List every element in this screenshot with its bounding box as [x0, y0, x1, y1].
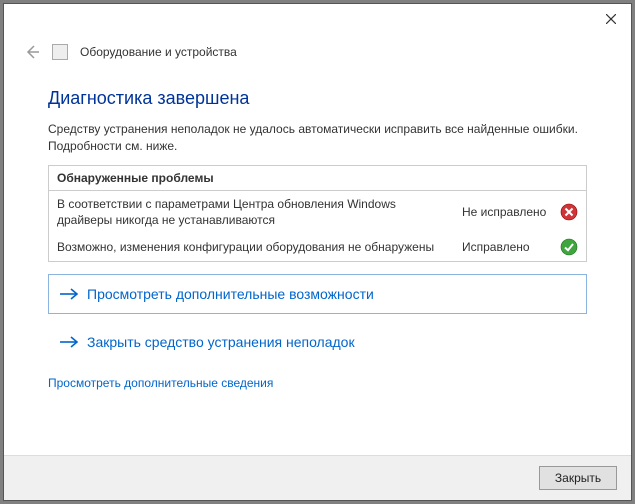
explore-options-link[interactable]: Просмотреть дополнительные возможности [48, 274, 587, 314]
problem-status: Не исправлено [462, 205, 552, 219]
page-title: Диагностика завершена [48, 88, 587, 109]
devices-icon [52, 44, 68, 60]
summary-text: Средству устранения неполадок не удалось… [48, 121, 587, 155]
footer: Закрыть [4, 455, 631, 500]
close-troubleshooter-label: Закрыть средство устранения неполадок [87, 334, 355, 350]
content: Диагностика завершена Средству устранени… [4, 74, 631, 455]
problem-description: Возможно, изменения конфигурации оборудо… [57, 239, 454, 255]
problems-header: Обнаруженные проблемы [49, 166, 586, 191]
success-icon [560, 238, 578, 256]
arrow-right-icon [59, 335, 79, 349]
troubleshooter-window: Оборудование и устройства Диагностика за… [3, 3, 632, 501]
problem-description: В соответствии с параметрами Центра обно… [57, 196, 454, 228]
window-close-button[interactable] [591, 4, 631, 34]
titlebar [4, 4, 631, 40]
close-troubleshooter-link[interactable]: Закрыть средство устранения неполадок [48, 322, 587, 362]
problem-status: Исправлено [462, 240, 552, 254]
arrow-right-icon [59, 287, 79, 301]
back-arrow-icon [24, 44, 40, 60]
header: Оборудование и устройства [4, 40, 631, 74]
close-icon [606, 14, 616, 24]
explore-options-label: Просмотреть дополнительные возможности [87, 286, 374, 302]
more-info-link[interactable]: Просмотреть дополнительные сведения [48, 376, 273, 390]
header-title: Оборудование и устройства [80, 45, 237, 59]
problems-box: Обнаруженные проблемы В соответствии с п… [48, 165, 587, 262]
problem-row[interactable]: Возможно, изменения конфигурации оборудо… [49, 233, 586, 261]
error-icon [560, 203, 578, 221]
problem-row[interactable]: В соответствии с параметрами Центра обно… [49, 191, 586, 233]
close-button[interactable]: Закрыть [539, 466, 617, 490]
